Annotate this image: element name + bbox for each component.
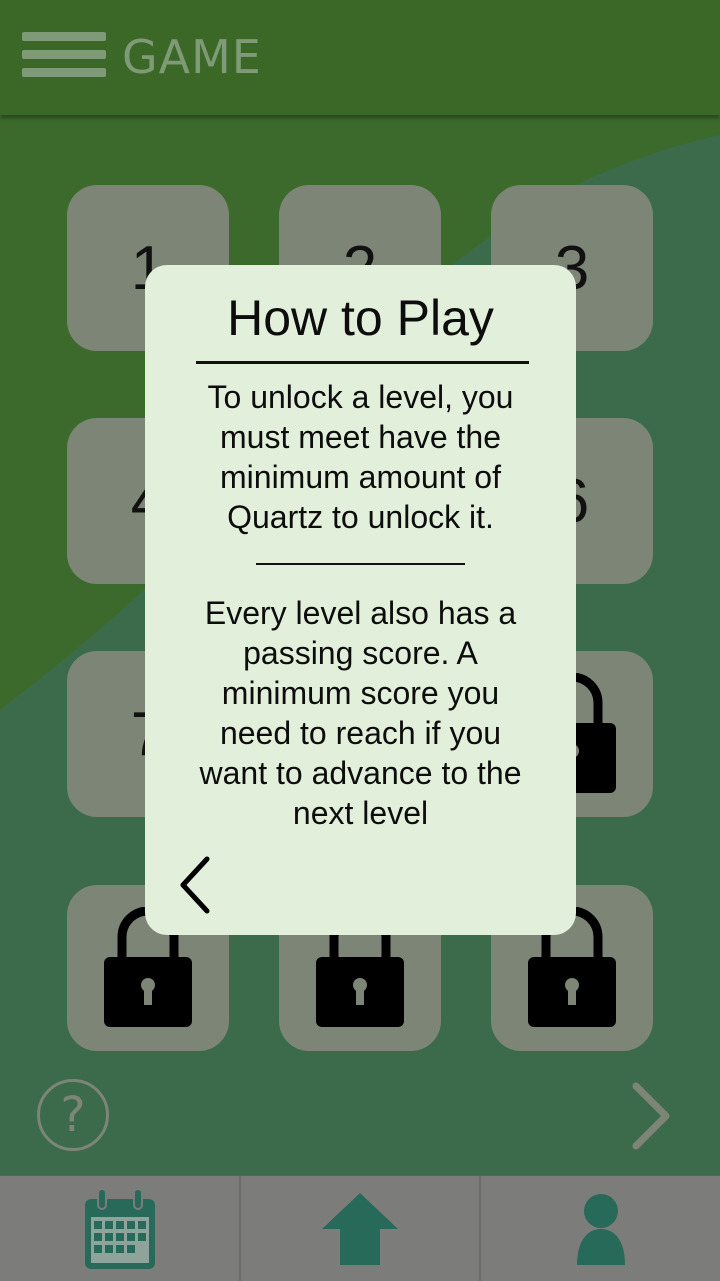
passing-score-instructions: Every level also has a passing score. A … <box>199 595 522 831</box>
nav-profile[interactable] <box>481 1176 720 1281</box>
next-page-icon[interactable] <box>628 1080 674 1152</box>
back-arrow-icon[interactable] <box>175 855 215 915</box>
help-button[interactable]: ? <box>37 1079 109 1151</box>
dialog-title: How to Play <box>227 290 494 346</box>
menu-icon[interactable] <box>22 32 106 78</box>
unlock-instructions: To unlock a level, you must meet have th… <box>207 379 514 535</box>
home-icon <box>322 1192 398 1265</box>
app-title: GAME <box>122 30 262 84</box>
how-to-play-dialog: How to Play To unlock a level, you must … <box>145 265 576 935</box>
nav-home[interactable] <box>241 1176 479 1281</box>
divider <box>196 361 529 364</box>
divider <box>256 563 465 565</box>
calendar-icon <box>84 1187 155 1269</box>
top-app-bar: GAME <box>0 0 720 115</box>
nav-calendar[interactable] <box>0 1176 239 1281</box>
bottom-navigation <box>0 1175 720 1281</box>
profile-icon <box>576 1193 625 1265</box>
